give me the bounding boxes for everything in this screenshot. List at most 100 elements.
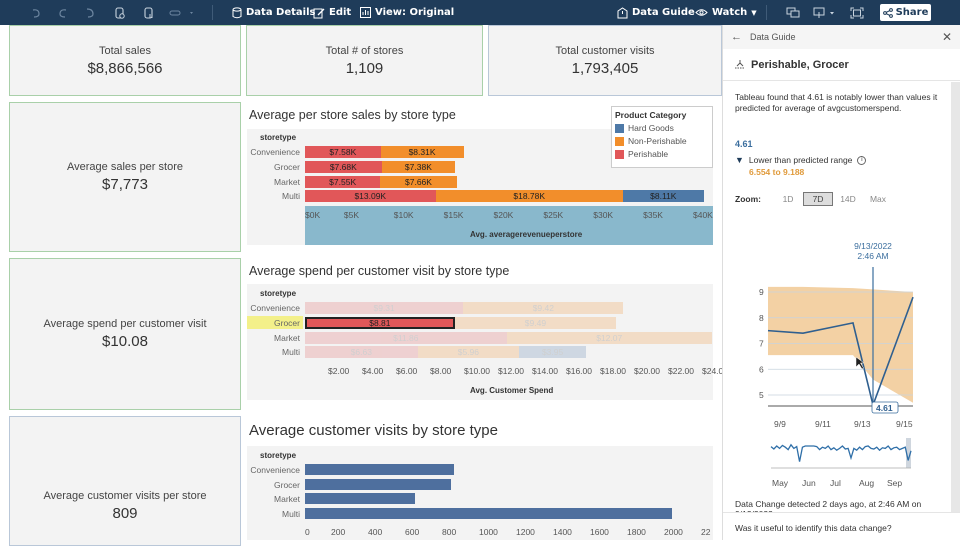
x-tick-label: $14.00 [532, 366, 558, 376]
x-tick-label: $6.00 [396, 366, 418, 376]
bar-segment[interactable] [305, 493, 416, 504]
bar-segment[interactable]: $8.11K [622, 190, 704, 202]
x-tick-label: $0K [305, 210, 321, 220]
legend-label: Perishable [628, 149, 669, 159]
watch-label: Watch [712, 7, 748, 18]
chart-title: Average per store sales by store type [249, 108, 456, 122]
bar-segment[interactable] [305, 479, 452, 490]
kpi-avg-sales-per-store[interactable]: Average sales per store $7,773 [9, 102, 241, 252]
bar-segment[interactable]: $12.07 [506, 332, 712, 344]
kpi-value: 809 [112, 505, 138, 522]
bar-segment[interactable]: $9.31 [305, 302, 464, 314]
legend-item[interactable]: Perishable [615, 149, 709, 159]
bar-segment[interactable]: $7.66K [380, 176, 457, 188]
kpi-value: $8,866,566 [87, 59, 163, 77]
scrollbar[interactable] [951, 82, 960, 512]
x-tick-label: $5K [343, 210, 359, 220]
row-label[interactable]: Grocer [245, 480, 300, 490]
data-guide-panel: ← Data Guide ✕ Perishable, Grocer Tablea… [722, 25, 960, 540]
bar-segment[interactable] [305, 508, 673, 519]
row-label[interactable]: Multi [245, 347, 300, 357]
row-header: storetype [260, 289, 297, 298]
row-label[interactable]: Multi [245, 191, 300, 201]
fullscreen-icon[interactable] [848, 4, 866, 21]
share-button[interactable]: Share [880, 4, 931, 21]
bar-segment[interactable]: $18.78K [435, 190, 623, 202]
bar-segment[interactable] [305, 464, 454, 475]
refresh-data-icon[interactable] [111, 4, 129, 21]
kpi-total-stores[interactable]: Total # of stores 1,109 [246, 25, 483, 96]
data-guide-button[interactable]: Data Guide [617, 0, 695, 25]
legend-item[interactable]: Hard Goods [615, 123, 709, 133]
undo-icon[interactable] [27, 4, 45, 21]
bar-segment[interactable]: $9.49 [454, 317, 617, 329]
kpi-value: 1,793,405 [571, 59, 639, 77]
detected-text: Data Change detected 2 days ago, at 2:46… [735, 499, 922, 512]
x-tick-label: $40K [693, 210, 713, 220]
row-label[interactable]: Market [245, 177, 300, 187]
row-label[interactable]: Convenience [245, 465, 300, 475]
bar-segment[interactable]: $9.42 [463, 302, 624, 314]
kpi-total-sales[interactable]: Total sales $8,866,566 [9, 25, 241, 96]
watch-button[interactable]: Watch ▼ [695, 0, 757, 25]
data-details-label: Data Details [246, 7, 316, 18]
view-chart-icon [360, 7, 371, 18]
kpi-total-customer-visits[interactable]: Total customer visits 1,793,405 [488, 25, 722, 96]
row-label[interactable]: Grocer [245, 162, 300, 172]
kpi-label: Average sales per store [67, 161, 183, 173]
edit-label: Edit [329, 7, 352, 18]
bar-segment[interactable]: $8.31K [380, 146, 464, 158]
x-tick-label: 600 [405, 527, 420, 537]
legend-swatch [615, 123, 624, 133]
share-label: Share [895, 7, 929, 18]
kpi-avg-spend-per-visit[interactable]: Average spend per customer visit $10.08 [9, 258, 241, 410]
row-label[interactable]: Convenience [245, 303, 300, 313]
bar-segment[interactable]: $8.81 [305, 317, 455, 329]
marker-time: 2:46 AM [857, 251, 889, 261]
bar-segment[interactable]: $11.86 [305, 332, 507, 344]
swap-icon[interactable] [167, 4, 197, 21]
download-icon[interactable] [812, 4, 838, 21]
feedback-prompt: Was it useful to identify this data chan… [723, 512, 960, 540]
x-tick-label: 22 [701, 527, 711, 537]
x-tick-label: 1800 [627, 527, 646, 537]
bar-segment[interactable]: $7.38K [381, 161, 456, 173]
pause-updates-icon[interactable] [140, 4, 158, 21]
data-details-button[interactable]: Data Details [232, 0, 315, 25]
row-label[interactable]: Convenience [245, 147, 300, 157]
feedback-text: Was it useful to identify this data chan… [735, 523, 892, 533]
row-label[interactable]: Grocer [245, 318, 300, 328]
database-icon [232, 6, 242, 18]
comments-icon[interactable] [784, 4, 802, 21]
revert-icon[interactable] [81, 4, 99, 21]
kpi-label: Total # of stores [325, 44, 404, 57]
redo-icon[interactable] [54, 4, 72, 21]
bar-segment[interactable]: $7.68K [305, 161, 382, 173]
bar-segment[interactable]: $7.55K [305, 176, 381, 188]
bar-segment[interactable]: $13.09K [305, 190, 436, 202]
x-tick-label: 400 [368, 527, 383, 537]
bar-segment[interactable]: $6.63 [305, 346, 418, 358]
x-tick-label: $12.00 [498, 366, 524, 376]
kpi-label: Average spend per customer visit [43, 318, 207, 330]
row-label[interactable]: Market [245, 333, 300, 343]
edit-icon [313, 8, 325, 18]
x-tick-label: 9/9 [774, 419, 786, 429]
y-tick-label: 5 [759, 390, 764, 400]
bar-segment[interactable]: $7.58K [305, 146, 381, 158]
bar-segment[interactable]: $5.96 [417, 346, 520, 358]
bar-segment[interactable]: $3.95 [519, 346, 587, 358]
trend-chart[interactable]: 9 8 7 6 5 4.61 9/9 9/11 9/13 9/15 May Jun Jul Aug Sep [723, 25, 951, 512]
view-button[interactable]: View: Original [360, 0, 454, 25]
kpi-label: Total sales [99, 44, 151, 57]
overview-x-tick-label: Jun [802, 478, 816, 488]
overview-x-tick-label: Aug [859, 478, 874, 488]
x-tick-label: 1000 [479, 527, 498, 537]
row-label[interactable]: Multi [245, 509, 300, 519]
toolbar: Data Details Edit View: Original Data Gu… [0, 0, 960, 25]
row-label[interactable]: Market [245, 494, 300, 504]
legend-item[interactable]: Non-Perishable [615, 136, 709, 146]
x-tick-label: $22.00 [668, 366, 694, 376]
edit-button[interactable]: Edit [313, 0, 351, 25]
kpi-avg-visits-per-store[interactable]: Average customer visits per store 809 [9, 416, 241, 546]
